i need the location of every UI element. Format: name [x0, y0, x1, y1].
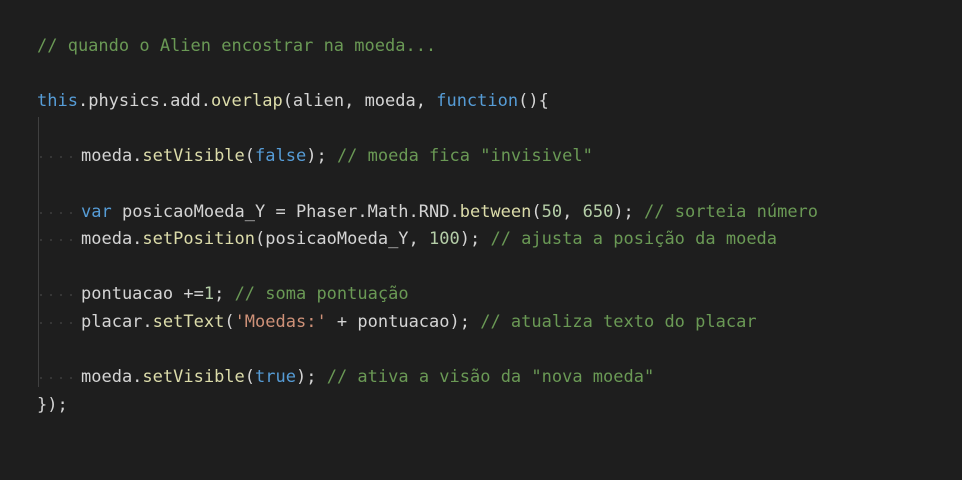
code-token-keyword: false — [255, 146, 307, 167]
code-area[interactable]: // quando o Alien encostrar na moeda... t… — [37, 33, 818, 419]
code-token-plain: pontuacao += — [81, 284, 204, 305]
whitespace-dot — [60, 211, 62, 214]
whitespace-dot — [70, 156, 72, 159]
code-line[interactable] — [37, 337, 818, 365]
whitespace-dot — [40, 239, 42, 242]
whitespace-dot — [70, 211, 72, 214]
code-token-comment: // ajusta a posição da moeda — [490, 229, 778, 250]
code-line[interactable]: pontuacao +=1; // soma pontuação — [37, 281, 818, 309]
code-token-func: setPosition — [142, 229, 256, 250]
code-line[interactable] — [37, 61, 818, 89]
code-token-keyword: var — [81, 201, 112, 222]
code-token-plain: ( — [244, 146, 256, 167]
code-token-func: setVisible — [142, 146, 245, 167]
code-token-plain: (posicaoMoeda_Y, — [255, 229, 430, 250]
code-token-keyword: function — [436, 91, 519, 112]
whitespace-dot — [60, 377, 62, 380]
code-token-comment: // quando o Alien encostrar na moeda... — [37, 36, 437, 56]
code-line[interactable] — [37, 116, 818, 144]
code-line[interactable]: moeda.setVisible(true); // ativa a visão… — [37, 364, 818, 392]
code-token-comment: // ativa a visão da "nova moeda" — [326, 367, 655, 388]
code-line[interactable]: this.physics.add.overlap(alien, moeda, f… — [37, 88, 818, 116]
code-line[interactable]: moeda.setVisible(false); // moeda fica "… — [37, 143, 818, 171]
whitespace-dot — [50, 211, 52, 214]
whitespace-dot — [50, 239, 52, 242]
whitespace-dot — [40, 377, 42, 380]
code-token-plain: }); — [37, 394, 68, 415]
code-token-plain: , — [562, 201, 583, 222]
code-line[interactable]: moeda.setPosition(posicaoMoeda_Y, 100); … — [37, 226, 818, 254]
whitespace-dot — [60, 156, 62, 159]
code-token-plain: + pontuacao); — [326, 311, 481, 332]
code-token-number: 50 — [541, 201, 563, 222]
code-token-plain: . — [77, 91, 89, 112]
code-token-plain: moeda. — [81, 146, 143, 167]
whitespace-dot — [50, 321, 52, 324]
code-token-keyword: this — [37, 91, 78, 112]
code-token-plain: ( — [531, 201, 542, 222]
code-line[interactable]: }); — [37, 392, 818, 420]
whitespace-dot — [70, 321, 72, 324]
code-token-plain: posicaoMoeda_Y = Phaser.Math.RND. — [111, 201, 460, 222]
code-token-number: 100 — [429, 229, 460, 250]
code-token-func: setText — [152, 311, 225, 332]
code-token-plain: physics.add. — [88, 91, 212, 112]
code-token-comment: // soma pontuação — [234, 284, 409, 305]
code-token-plain: (alien, moeda, — [282, 91, 437, 112]
code-token-plain: ( — [224, 311, 235, 332]
code-token-plain: ( — [244, 367, 256, 388]
whitespace-dot — [40, 294, 42, 297]
whitespace-dot — [50, 294, 52, 297]
code-token-number: 650 — [582, 201, 614, 222]
code-token-comment: // atualiza texto do placar — [480, 311, 757, 332]
whitespace-dot — [60, 294, 62, 297]
code-token-func: overlap — [211, 91, 283, 112]
code-token-plain: (){ — [518, 91, 549, 112]
code-line[interactable] — [37, 254, 818, 282]
code-token-plain: moeda. — [81, 229, 143, 250]
code-token-plain: moeda. — [81, 367, 143, 388]
code-token-plain: ); — [613, 201, 645, 222]
code-line[interactable] — [37, 171, 818, 199]
code-token-plain: placar. — [81, 311, 153, 332]
code-editor[interactable]: // quando o Alien encostrar na moeda... t… — [0, 0, 962, 480]
code-token-number: 1 — [203, 284, 215, 305]
code-token-plain: ); — [459, 229, 491, 250]
whitespace-dot — [60, 239, 62, 242]
code-line[interactable]: // quando o Alien encostrar na moeda... — [37, 33, 818, 61]
whitespace-dot — [40, 321, 42, 324]
whitespace-dot — [40, 211, 42, 214]
code-token-plain: ); — [295, 367, 327, 388]
code-token-string: 'Moedas:' — [234, 311, 327, 332]
whitespace-dot — [70, 294, 72, 297]
code-token-comment: // sorteia número — [644, 201, 819, 222]
code-line[interactable]: placar.setText('Moedas:' + pontuacao); /… — [37, 309, 818, 337]
code-token-keyword: true — [255, 367, 296, 388]
whitespace-dot — [70, 377, 72, 380]
code-token-plain: ); — [306, 146, 337, 167]
code-token-comment: // moeda fica "invisivel" — [336, 146, 593, 167]
code-token-plain: ; — [214, 284, 235, 305]
whitespace-dot — [40, 156, 42, 159]
code-token-func: between — [459, 201, 532, 222]
whitespace-dot — [50, 377, 52, 380]
code-line[interactable]: var posicaoMoeda_Y = Phaser.Math.RND.bet… — [37, 199, 818, 227]
whitespace-dot — [70, 239, 72, 242]
whitespace-dot — [60, 321, 62, 324]
code-token-func: setVisible — [142, 367, 245, 388]
whitespace-dot — [50, 156, 52, 159]
